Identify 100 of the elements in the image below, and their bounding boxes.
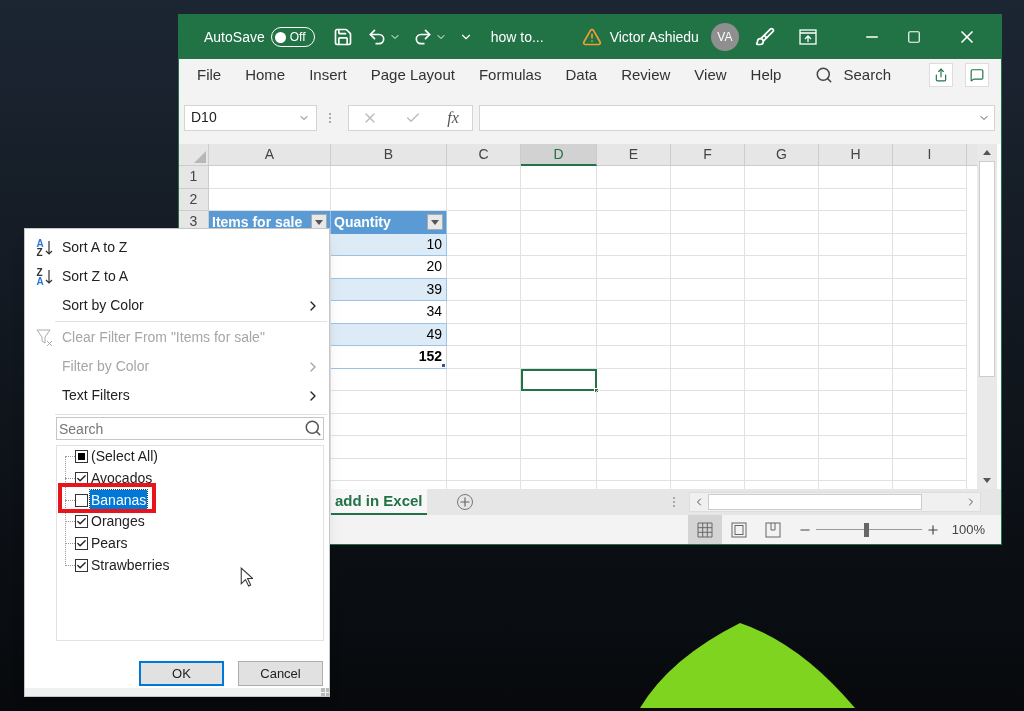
- grid-cell[interactable]: [671, 458, 745, 481]
- scroll-thumb[interactable]: [707, 494, 922, 510]
- dialog-button[interactable]: OK: [139, 661, 224, 686]
- ribbon-tab[interactable]: File: [197, 63, 222, 87]
- horizontal-scrollbar[interactable]: [688, 492, 981, 512]
- checkbox[interactable]: [75, 493, 88, 507]
- grid-cell[interactable]: [597, 391, 671, 414]
- value-item[interactable]: Oranges: [90, 511, 146, 533]
- ribbon-tab[interactable]: Help: [750, 63, 782, 87]
- grid-cell[interactable]: [597, 211, 671, 234]
- grid-cell[interactable]: [671, 211, 745, 234]
- grid-cell[interactable]: [447, 391, 521, 414]
- grid-cell[interactable]: [671, 436, 745, 459]
- brush-icon[interactable]: [754, 27, 775, 47]
- grid-cell[interactable]: [521, 413, 597, 436]
- grid-cell[interactable]: [447, 256, 521, 279]
- grid-cell[interactable]: [745, 301, 819, 324]
- value-item[interactable]: (Select All): [90, 446, 159, 468]
- grid-cell[interactable]: [819, 436, 893, 459]
- grid-cell[interactable]: [819, 391, 893, 414]
- grid-cell[interactable]: [671, 301, 745, 324]
- menu-item[interactable]: Text Filters: [25, 381, 329, 410]
- grid-cell[interactable]: [671, 278, 745, 301]
- grid-cell[interactable]: [521, 436, 597, 459]
- grid-cell[interactable]: [597, 301, 671, 324]
- value-item[interactable]: Bananas: [90, 489, 148, 511]
- grid-cell[interactable]: [819, 211, 893, 234]
- grid-cell[interactable]: [745, 323, 819, 346]
- save-icon[interactable]: [332, 27, 353, 47]
- grid-cell[interactable]: [521, 233, 597, 256]
- grid-cell[interactable]: [745, 278, 819, 301]
- zoom-thumb[interactable]: [863, 522, 869, 537]
- sheet-tab[interactable]: add in Excel: [331, 489, 427, 515]
- grid-cell[interactable]: [447, 323, 521, 346]
- grid-cell[interactable]: [671, 368, 745, 391]
- grid-cell[interactable]: [597, 166, 671, 189]
- grid-cell[interactable]: [597, 188, 671, 211]
- grid-cell[interactable]: [671, 413, 745, 436]
- grid-cell[interactable]: [521, 458, 597, 481]
- formula-input[interactable]: [479, 104, 995, 131]
- selected-cell[interactable]: [521, 368, 597, 391]
- undo-icon[interactable]: [366, 27, 387, 47]
- value-item[interactable]: Pears: [90, 533, 129, 555]
- grid-cell[interactable]: [819, 233, 893, 256]
- grid-cell[interactable]: [331, 391, 447, 414]
- grid-cell[interactable]: [819, 458, 893, 481]
- scroll-down-icon[interactable]: [983, 478, 991, 483]
- ribbon-tab[interactable]: Formulas: [478, 63, 542, 87]
- ribbon-tab[interactable]: Home: [245, 63, 286, 87]
- column-header[interactable]: A: [209, 144, 331, 166]
- grid-cell[interactable]: [671, 323, 745, 346]
- grid-cell[interactable]: [893, 436, 967, 459]
- grid-cell[interactable]: [745, 458, 819, 481]
- ribbon-tab[interactable]: View: [694, 63, 727, 87]
- row-header[interactable]: 2: [179, 188, 209, 211]
- grid-cell[interactable]: [671, 233, 745, 256]
- grid-cell[interactable]: [819, 301, 893, 324]
- fill-handle-icon[interactable]: [594, 388, 599, 393]
- vertical-scrollbar[interactable]: [977, 144, 997, 489]
- grid-cell[interactable]: [447, 368, 521, 391]
- grid-cell[interactable]: [331, 368, 447, 391]
- grid-cell[interactable]: [893, 233, 967, 256]
- grid-cell[interactable]: [671, 391, 745, 414]
- column-header[interactable]: D: [521, 144, 597, 166]
- grid-cell[interactable]: [819, 413, 893, 436]
- dialog-button[interactable]: Cancel: [238, 661, 323, 686]
- value-item[interactable]: Strawberries: [90, 554, 171, 576]
- grid-cell[interactable]: [819, 188, 893, 211]
- search-icon[interactable]: [304, 419, 322, 437]
- search-icon[interactable]: [815, 66, 834, 84]
- ribbon-tab[interactable]: Page Layout: [370, 63, 455, 87]
- checkbox[interactable]: [75, 515, 88, 529]
- grid-cell[interactable]: [745, 413, 819, 436]
- grid-cell[interactable]: [447, 458, 521, 481]
- grid-cell[interactable]: [521, 166, 597, 189]
- grid-cell[interactable]: [521, 278, 597, 301]
- grid-cell[interactable]: [745, 346, 819, 369]
- menu-item[interactable]: Sort by Color: [25, 291, 329, 320]
- drag-handle-icon[interactable]: [329, 112, 331, 123]
- grid-cell[interactable]: [447, 346, 521, 369]
- ribbon-tab[interactable]: Insert: [309, 63, 347, 87]
- ribbon-display-icon[interactable]: [798, 29, 817, 45]
- scroll-up-icon[interactable]: [983, 150, 991, 155]
- grid-cell[interactable]: [447, 233, 521, 256]
- grid-cell[interactable]: [671, 188, 745, 211]
- grid-cell[interactable]: [447, 413, 521, 436]
- ribbon-tab[interactable]: Data: [565, 63, 598, 87]
- scroll-thumb[interactable]: [979, 161, 995, 377]
- grid-cell[interactable]: [597, 413, 671, 436]
- menu-item[interactable]: A Z Sort A to Z: [25, 233, 329, 262]
- grid-cell[interactable]: [447, 188, 521, 211]
- grid-cell[interactable]: [671, 256, 745, 279]
- grid-cell[interactable]: [819, 368, 893, 391]
- grid-cell[interactable]: [893, 458, 967, 481]
- grid-cell[interactable]: [819, 323, 893, 346]
- column-header[interactable]: B: [331, 144, 447, 166]
- checkbox[interactable]: [75, 537, 88, 551]
- grid-cell[interactable]: [447, 436, 521, 459]
- grid-cell[interactable]: [893, 188, 967, 211]
- grid-cell[interactable]: [597, 436, 671, 459]
